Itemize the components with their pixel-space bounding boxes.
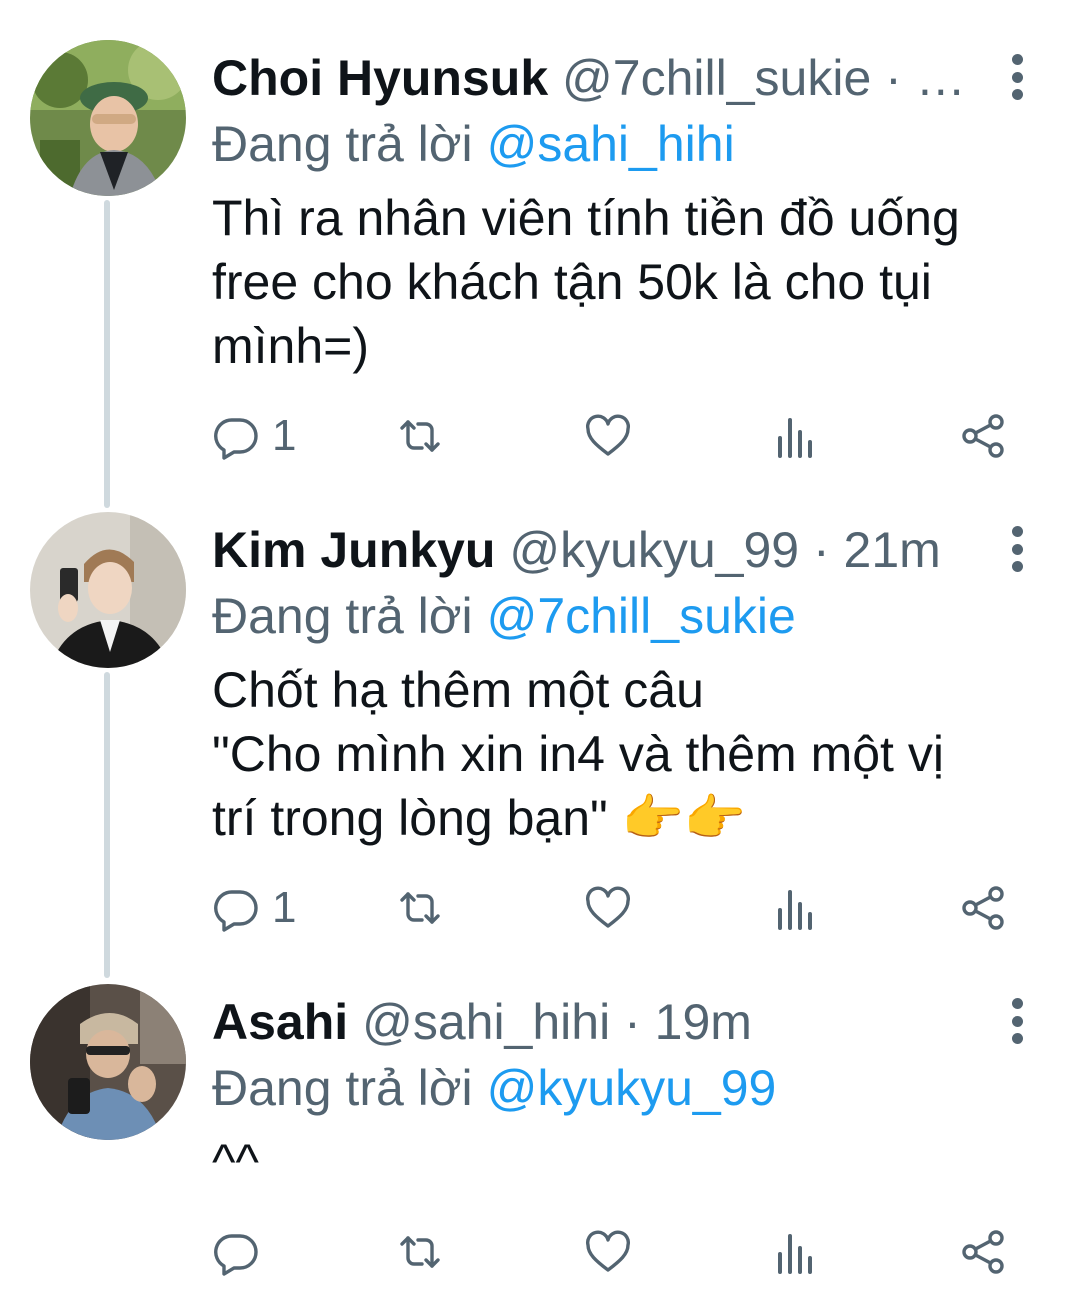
avatar[interactable] [30, 512, 186, 668]
replying-to-handle[interactable]: @kyukyu_99 [487, 1060, 777, 1116]
reply-button[interactable]: 1 [212, 878, 296, 938]
separator: · [799, 522, 844, 578]
heart-icon [584, 412, 632, 460]
avatar[interactable] [30, 40, 186, 196]
separator: · [871, 50, 916, 106]
tweet-text: Chốt hạ thêm một câu "Cho mình xin in4 v… [212, 662, 944, 846]
display-name[interactable]: Asahi [212, 994, 348, 1050]
reply-count: 1 [272, 411, 297, 460]
more-vertical-icon[interactable] [1000, 52, 1034, 102]
retweet-icon [396, 884, 444, 932]
views-button[interactable] [772, 406, 820, 466]
comment-icon [212, 412, 260, 460]
like-button[interactable] [584, 406, 632, 466]
comment-icon [212, 1228, 260, 1276]
replying-to-label: Đang trả lời [212, 1060, 487, 1116]
avatar-image [30, 512, 186, 668]
share-button[interactable] [960, 406, 1008, 466]
reply-button[interactable] [212, 1222, 272, 1282]
bar-chart-icon [772, 884, 820, 932]
share-button[interactable] [960, 1222, 1008, 1282]
display-name[interactable]: Kim Junkyu [212, 522, 495, 578]
views-button[interactable] [772, 1222, 820, 1282]
heart-icon [584, 1228, 632, 1276]
retweet-button[interactable] [396, 878, 444, 938]
replying-to-handle[interactable]: @7chill_sukie [487, 588, 796, 644]
user-handle[interactable]: @sahi_hihi [362, 994, 610, 1050]
heart-icon [584, 884, 632, 932]
retweet-button[interactable] [396, 1222, 444, 1282]
views-button[interactable] [772, 878, 820, 938]
bar-chart-icon [772, 412, 820, 460]
retweet-button[interactable] [396, 406, 444, 466]
retweet-icon [396, 412, 444, 460]
retweet-icon [396, 1228, 444, 1276]
tweet-text: Thì ra nhân viên tính tiền đồ uống free … [212, 190, 960, 374]
like-button[interactable] [584, 1222, 632, 1282]
tweet-actions: 1 [212, 878, 1042, 938]
tweet-header: Kim Junkyu @kyukyu_99 · 21m [212, 520, 982, 580]
comment-icon [212, 884, 260, 932]
share-button[interactable] [960, 878, 1008, 938]
tweet-header: Choi Hyunsuk @7chill_sukie · … [212, 48, 982, 108]
replying-to: Đang trả lời @7chill_sukie [212, 586, 1052, 646]
replying-to-label: Đang trả lời [212, 588, 487, 644]
reply-button[interactable]: 1 [212, 406, 296, 466]
bar-chart-icon [772, 1228, 820, 1276]
display-name[interactable]: Choi Hyunsuk [212, 50, 548, 106]
share-icon [960, 884, 1008, 932]
tweet-actions: 1 [212, 406, 1042, 466]
tweet[interactable]: Kim Junkyu @kyukyu_99 · 21m Đang trả lời… [0, 512, 1080, 952]
tweet-actions [212, 1222, 1042, 1282]
separator: · [610, 994, 655, 1050]
avatar-image [30, 984, 186, 1140]
tweet-text: ^^ [212, 1134, 259, 1190]
share-icon [960, 412, 1008, 460]
avatar-image [30, 40, 186, 196]
replying-to-handle[interactable]: @sahi_hihi [487, 116, 735, 172]
timestamp[interactable]: 19m [655, 994, 752, 1050]
user-handle[interactable]: @kyukyu_99 [509, 522, 799, 578]
reply-count: 1 [272, 883, 297, 932]
replying-to-label: Đang trả lời [212, 116, 487, 172]
more-vertical-icon[interactable] [1000, 524, 1034, 574]
replying-to: Đang trả lời @kyukyu_99 [212, 1058, 1052, 1118]
tweet-header: Asahi @sahi_hihi · 19m [212, 992, 982, 1052]
user-handle[interactable]: @7chill_sukie [562, 50, 871, 106]
tweet[interactable]: Choi Hyunsuk @7chill_sukie · … Đang trả … [0, 40, 1080, 480]
replying-to: Đang trả lời @sahi_hihi [212, 114, 1052, 174]
share-icon [960, 1228, 1008, 1276]
more-vertical-icon[interactable] [1000, 996, 1034, 1046]
like-button[interactable] [584, 878, 632, 938]
tweet[interactable]: Asahi @sahi_hihi · 19m Đang trả lời @kyu… [0, 984, 1080, 1284]
avatar[interactable] [30, 984, 186, 1140]
timestamp[interactable]: 21m [844, 522, 941, 578]
timestamp[interactable]: … [916, 50, 966, 106]
